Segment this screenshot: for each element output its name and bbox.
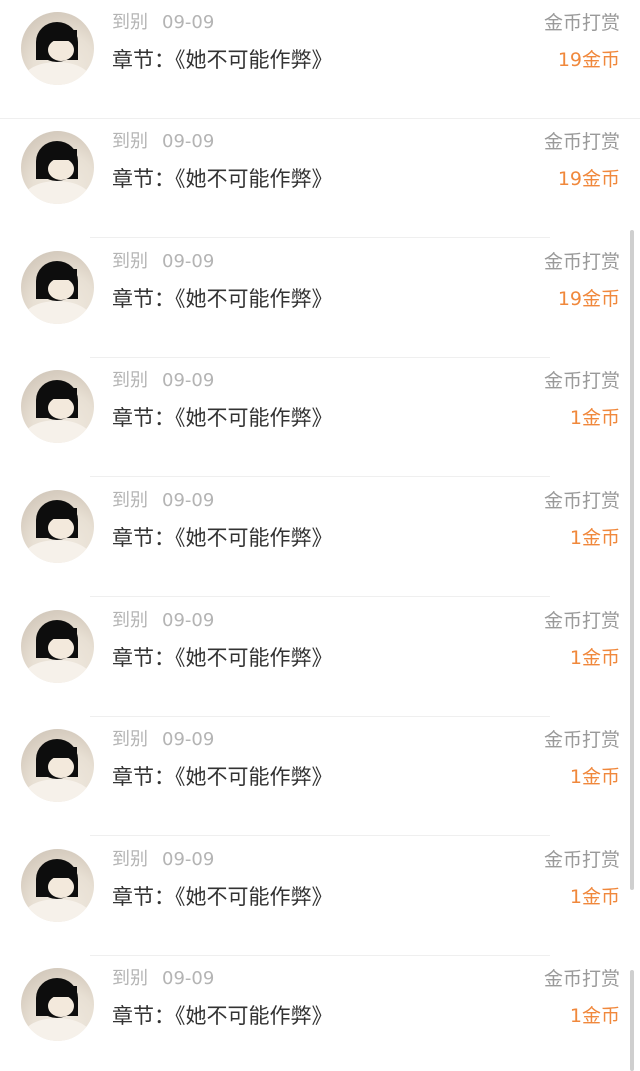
list-item[interactable]: 到别 09-09 章节：《她不可能作弊》 金币打赏 1金币 [0, 717, 640, 836]
chapter-title: 章节：《她不可能作弊》 [112, 406, 333, 430]
username[interactable]: 到别 [112, 12, 148, 33]
record-date: 09-09 [162, 490, 215, 511]
reward-amount: 1金币 [569, 407, 620, 429]
reward-amount: 1金币 [569, 766, 620, 788]
record-date: 09-09 [162, 131, 215, 152]
list-item[interactable]: 到别 09-09 章节：《她不可能作弊》 金币打赏 1金币 [0, 358, 640, 477]
list-item[interactable]: 到别 09-09 章节：《她不可能作弊》 金币打赏 19金币 [0, 0, 640, 119]
record-meta: 到别 09-09 [112, 845, 214, 871]
record-date: 09-09 [162, 370, 215, 391]
reward-amount: 19金币 [557, 168, 620, 190]
avatar[interactable] [21, 251, 94, 324]
chapter-title: 章节：《她不可能作弊》 [112, 287, 333, 311]
avatar[interactable] [21, 849, 94, 922]
username[interactable]: 到别 [112, 968, 148, 989]
reward-amount: 1金币 [569, 1005, 620, 1027]
avatar[interactable] [21, 12, 94, 85]
scrollbar-lower[interactable] [630, 970, 634, 1071]
record-date: 09-09 [162, 729, 215, 750]
divider [90, 596, 550, 597]
record-meta: 到别 09-09 [112, 606, 214, 632]
record-date: 09-09 [162, 251, 215, 272]
username[interactable]: 到别 [112, 490, 148, 511]
chapter-title: 章节：《她不可能作弊》 [112, 885, 333, 909]
reward-record-list: 到别 09-09 章节：《她不可能作弊》 金币打赏 19金币 到别 09-09 章节… [0, 0, 640, 1071]
divider [90, 835, 550, 836]
reward-type-label: 金币打赏 [543, 251, 620, 273]
username[interactable]: 到别 [112, 610, 148, 631]
record-meta: 到别 09-09 [112, 8, 214, 34]
chapter-title: 章节：《她不可能作弊》 [112, 646, 333, 670]
record-meta: 到别 09-09 [112, 964, 214, 990]
reward-amount: 1金币 [569, 886, 620, 908]
reward-type-label: 金币打赏 [543, 610, 620, 632]
record-date: 09-09 [162, 12, 215, 33]
record-date: 09-09 [162, 849, 215, 870]
chapter-title: 章节：《她不可能作弊》 [112, 167, 333, 191]
divider [90, 237, 550, 238]
chapter-title: 章节：《她不可能作弊》 [112, 1004, 333, 1028]
list-item[interactable]: 到别 09-09 章节：《她不可能作弊》 金币打赏 19金币 [0, 239, 640, 358]
reward-amount: 1金币 [569, 647, 620, 669]
chapter-title: 章节：《她不可能作弊》 [112, 765, 333, 789]
chapter-title: 章节：《她不可能作弊》 [112, 48, 333, 72]
reward-type-label: 金币打赏 [543, 12, 620, 34]
list-item[interactable]: 到别 09-09 章节：《她不可能作弊》 金币打赏 1金币 [0, 598, 640, 717]
list-item[interactable]: 到别 09-09 章节：《她不可能作弊》 金币打赏 1金币 [0, 837, 640, 956]
reward-type-label: 金币打赏 [543, 490, 620, 512]
username[interactable]: 到别 [112, 131, 148, 152]
reward-type-label: 金币打赏 [543, 131, 620, 153]
reward-type-label: 金币打赏 [543, 849, 620, 871]
record-meta: 到别 09-09 [112, 247, 214, 273]
record-meta: 到别 09-09 [112, 127, 214, 153]
reward-amount: 1金币 [569, 527, 620, 549]
reward-amount: 19金币 [557, 49, 620, 71]
record-date: 09-09 [162, 610, 215, 631]
reward-amount: 19金币 [557, 288, 620, 310]
reward-type-label: 金币打赏 [543, 370, 620, 392]
divider [90, 476, 550, 477]
reward-type-label: 金币打赏 [543, 968, 620, 990]
chapter-title: 章节：《她不可能作弊》 [112, 526, 333, 550]
scrollbar[interactable] [630, 230, 634, 890]
record-meta: 到别 09-09 [112, 725, 214, 751]
avatar[interactable] [21, 131, 94, 204]
username[interactable]: 到别 [112, 370, 148, 391]
username[interactable]: 到别 [112, 729, 148, 750]
username[interactable]: 到别 [112, 849, 148, 870]
avatar[interactable] [21, 490, 94, 563]
reward-type-label: 金币打赏 [543, 729, 620, 751]
avatar[interactable] [21, 370, 94, 443]
list-item[interactable]: 到别 09-09 章节：《她不可能作弊》 金币打赏 1金币 [0, 478, 640, 597]
record-meta: 到别 09-09 [112, 366, 214, 392]
avatar[interactable] [21, 729, 94, 802]
avatar[interactable] [21, 610, 94, 683]
avatar[interactable] [21, 968, 94, 1041]
record-meta: 到别 09-09 [112, 486, 214, 512]
username[interactable]: 到别 [112, 251, 148, 272]
list-item[interactable]: 到别 09-09 章节：《她不可能作弊》 金币打赏 1金币 [0, 956, 640, 1071]
list-item[interactable]: 到别 09-09 章节：《她不可能作弊》 金币打赏 19金币 [0, 119, 640, 238]
record-date: 09-09 [162, 968, 215, 989]
